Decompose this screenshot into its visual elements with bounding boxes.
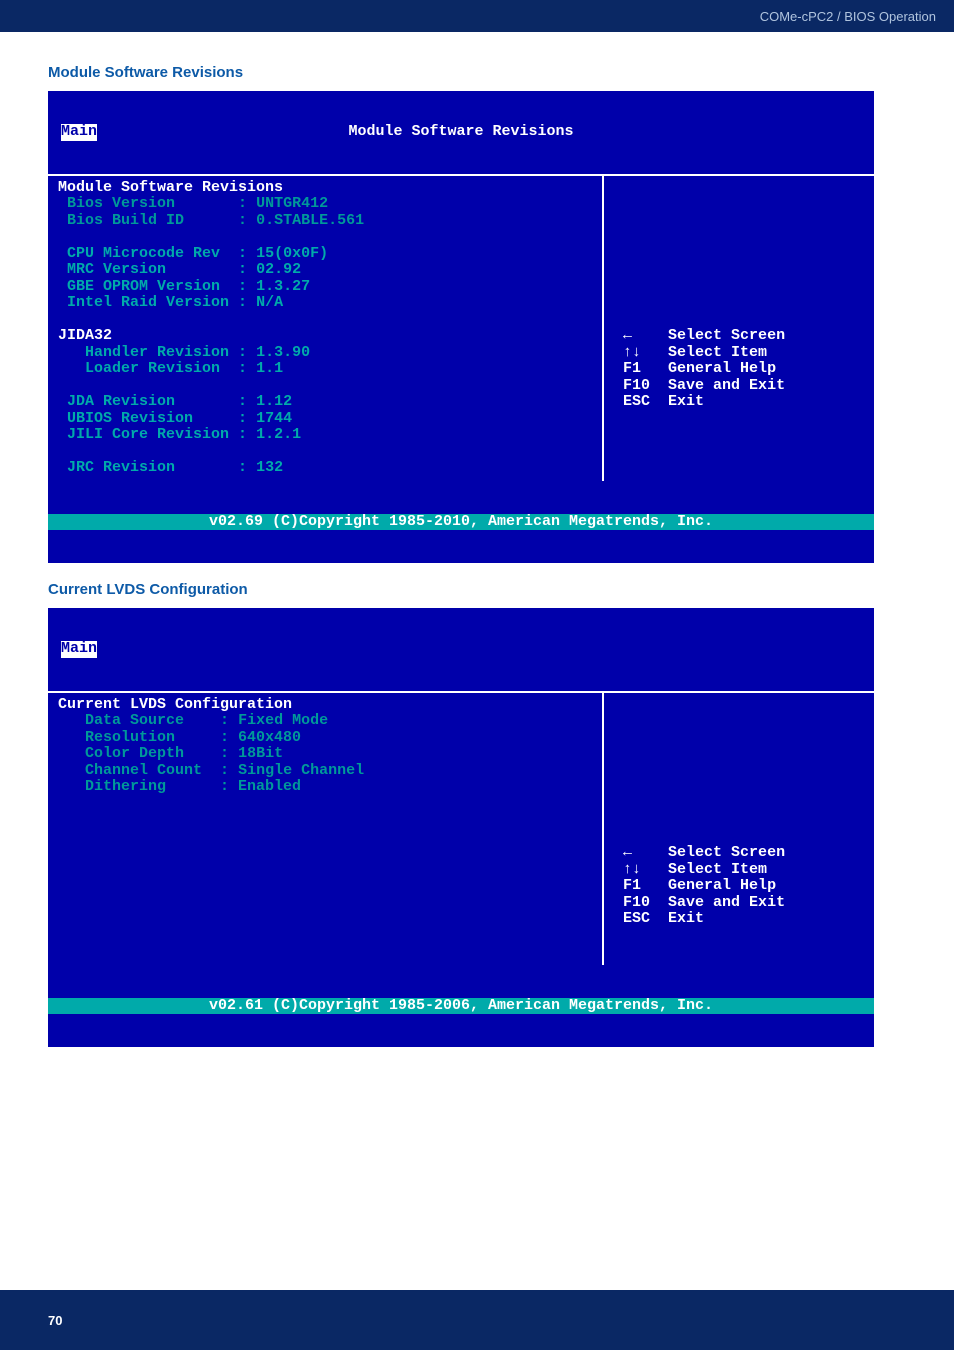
row-mrc-version: MRC Version : 02.92 xyxy=(58,261,301,278)
row-data-source: Data Source : Fixed Mode xyxy=(58,712,328,729)
bios1-left-panel: Module Software Revisions Bios Version :… xyxy=(48,176,604,481)
legend-general-help: F1 General Help xyxy=(614,360,776,377)
row-resolution: Resolution : 640x480 xyxy=(58,729,301,746)
bios2-left-panel: Current LVDS Configuration Data Source :… xyxy=(48,693,604,965)
bios2-body: Current LVDS Configuration Data Source :… xyxy=(48,691,874,965)
row-color-depth: Color Depth : 18Bit xyxy=(58,745,283,762)
row-gbe-version: GBE OPROM Version : 1.3.27 xyxy=(58,278,310,295)
row-cpu-microcode: CPU Microcode Rev : 15(0x0F) xyxy=(58,245,328,262)
row-dithering: Dithering : Enabled xyxy=(58,778,301,795)
legend-select-screen: ← Select Screen xyxy=(614,327,785,344)
content-area: Module Software Revisions MainModule Sof… xyxy=(0,32,954,1047)
legend2-exit: ESC Exit xyxy=(614,910,704,927)
row-loader-rev: Loader Revision : 1.1 xyxy=(58,360,283,377)
bios-screen-1: MainModule Software Revisions Module Sof… xyxy=(48,91,874,563)
page-footer: 70 xyxy=(0,1290,954,1350)
row-jrc-rev: JRC Revision : 132 xyxy=(58,459,283,476)
bios1-heading: Module Software Revisions xyxy=(58,179,283,196)
bios1-title: Module Software Revisions xyxy=(97,124,825,141)
row-jda-rev: JDA Revision : 1.12 xyxy=(58,393,292,410)
legend-save-exit: F10 Save and Exit xyxy=(614,377,785,394)
bios-screen-2: Main Current LVDS Configuration Data Sou… xyxy=(48,608,874,1047)
row-bios-version: Bios Version : UNTGR412 xyxy=(58,195,328,212)
bios1-right-panel: ← Select Screen ↑↓ Select Item F1 Genera… xyxy=(604,176,874,481)
legend-select-item: ↑↓ Select Item xyxy=(614,344,767,361)
bios2-right-panel: ← Select Screen ↑↓ Select Item F1 Genera… xyxy=(604,693,874,965)
section1-title: Module Software Revisions xyxy=(48,64,914,81)
legend-exit: ESC Exit xyxy=(614,393,704,410)
breadcrumb: COMe-cPC2 / BIOS Operation xyxy=(760,9,936,24)
bios1-tab-main[interactable]: Main xyxy=(61,124,97,141)
legend2-select-screen: ← Select Screen xyxy=(614,844,785,861)
legend2-general-help: F1 General Help xyxy=(614,877,776,894)
row-channel-count: Channel Count : Single Channel xyxy=(58,762,364,779)
page-header: COMe-cPC2 / BIOS Operation xyxy=(0,0,954,32)
bios2-copyright: v02.61 (C)Copyright 1985-2006, American … xyxy=(48,998,874,1015)
bios1-titlebar: MainModule Software Revisions xyxy=(48,124,874,141)
bios2-titlebar: Main xyxy=(48,641,874,658)
row-jili-rev: JILI Core Revision : 1.2.1 xyxy=(58,426,301,443)
row-handler-rev: Handler Revision : 1.3.90 xyxy=(58,344,310,361)
bios2-title xyxy=(97,641,825,658)
bios1-body: Module Software Revisions Bios Version :… xyxy=(48,174,874,481)
bios1-copyright: v02.69 (C)Copyright 1985-2010, American … xyxy=(48,514,874,531)
legend2-save-exit: F10 Save and Exit xyxy=(614,894,785,911)
page-number: 70 xyxy=(48,1313,62,1328)
section2-title: Current LVDS Configuration xyxy=(48,581,914,598)
bios1-jida-heading: JIDA32 xyxy=(58,327,112,344)
row-ubios-rev: UBIOS Revision : 1744 xyxy=(58,410,292,427)
legend2-select-item: ↑↓ Select Item xyxy=(614,861,767,878)
bios2-tab-main[interactable]: Main xyxy=(61,641,97,658)
row-bios-build: Bios Build ID : 0.STABLE.561 xyxy=(58,212,364,229)
bios2-heading: Current LVDS Configuration xyxy=(58,696,292,713)
row-raid-version: Intel Raid Version : N/A xyxy=(58,294,283,311)
